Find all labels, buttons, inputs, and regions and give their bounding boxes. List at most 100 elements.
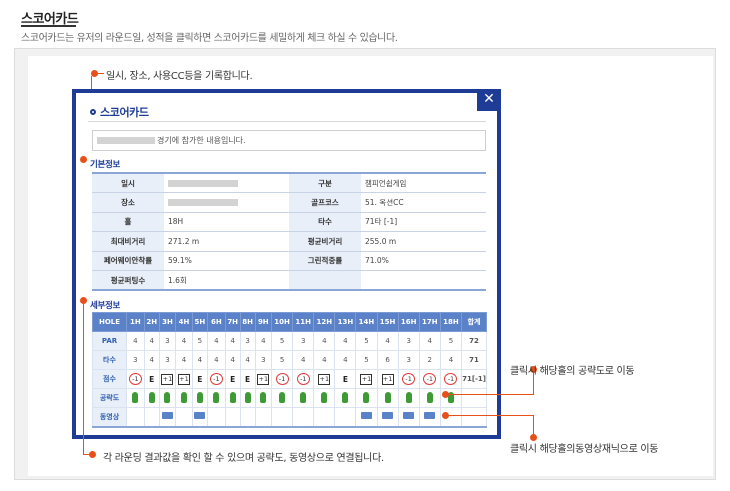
score-cell[interactable]: E	[239, 369, 256, 389]
basic-value: 챔피언쉽게임	[361, 172, 486, 193]
callout-stem-top	[91, 76, 92, 89]
video-cell[interactable]	[397, 407, 420, 428]
bogey-score: +1	[360, 373, 373, 385]
video-cell[interactable]	[376, 407, 399, 428]
strokes-cell: 4	[206, 350, 226, 370]
course-map-icon[interactable]	[164, 391, 171, 403]
video-cell[interactable]	[158, 407, 177, 428]
course-map-icon[interactable]	[342, 391, 349, 403]
video-cell[interactable]	[191, 407, 208, 428]
video-icon[interactable]	[360, 412, 372, 420]
score-cell[interactable]: E	[224, 369, 241, 389]
score-cell[interactable]: E	[143, 369, 160, 389]
video-icon[interactable]	[161, 412, 173, 420]
strategy-cell[interactable]	[126, 388, 145, 408]
strategy-cell[interactable]	[397, 388, 420, 408]
detail-section-title: 세부정보	[90, 301, 121, 311]
par-cell: 5	[439, 331, 463, 351]
video-cell	[175, 407, 193, 428]
score-row: 점수 -1 E +1 +1 E -1 E E +1 -1 -1 +1 E +1 +1 -1 -1 -1 71[-1]	[92, 369, 487, 389]
basic-key: 그린적중률	[289, 251, 361, 271]
score-cell[interactable]: E	[334, 369, 357, 389]
strategy-cell[interactable]	[143, 388, 160, 408]
course-map-icon[interactable]	[229, 391, 236, 403]
strategy-cell[interactable]	[254, 388, 273, 408]
course-map-icon[interactable]	[180, 391, 187, 403]
score-cell[interactable]: +1	[254, 369, 273, 389]
par-score: E	[342, 374, 348, 384]
strategy-cell[interactable]	[206, 388, 226, 408]
basic-row: 일시 구분 챔피언쉽게임	[92, 172, 486, 193]
course-map-icon[interactable]	[363, 391, 370, 403]
callout-line-strategy	[448, 394, 533, 395]
strategy-cell[interactable]	[376, 388, 399, 408]
strokes-cell: 2	[418, 350, 441, 370]
course-map-icon[interactable]	[132, 391, 139, 403]
strategy-cell[interactable]	[271, 388, 294, 408]
course-map-icon[interactable]	[405, 391, 412, 403]
course-map-icon[interactable]	[213, 391, 220, 403]
hole-header: 3H	[158, 312, 177, 332]
basic-key: 평균비거리	[289, 231, 361, 252]
score-cell[interactable]: -1	[292, 369, 315, 389]
score-cell[interactable]: -1	[418, 369, 441, 389]
video-icon[interactable]	[403, 412, 415, 420]
strategy-cell[interactable]	[224, 388, 241, 408]
birdie-score: -1	[275, 373, 289, 385]
close-button[interactable]: ✕	[477, 89, 501, 111]
strategy-cell[interactable]	[313, 388, 336, 408]
video-cell[interactable]	[355, 407, 378, 428]
strokes-cell: 4	[439, 350, 463, 370]
course-map-icon[interactable]	[300, 391, 307, 403]
video-cell	[271, 407, 294, 428]
strokes-cell: 4	[239, 350, 256, 370]
par-cell: 3	[397, 331, 420, 351]
strategy-cell[interactable]	[191, 388, 208, 408]
score-cell[interactable]: -1	[439, 369, 463, 389]
score-cell[interactable]: -1	[397, 369, 420, 389]
basic-value: 51. 옥션CC	[361, 192, 486, 213]
par-cell: 5	[191, 331, 208, 351]
score-cell[interactable]: +1	[313, 369, 336, 389]
bogey-score: +1	[257, 373, 270, 385]
score-cell[interactable]: -1	[126, 369, 145, 389]
birdie-score: -1	[402, 373, 416, 385]
hole-header: 15H	[376, 312, 399, 332]
score-cell[interactable]: E	[191, 369, 208, 389]
basic-value: 271.2 m	[164, 231, 289, 252]
score-cell[interactable]: +1	[158, 369, 177, 389]
score-cell[interactable]: -1	[206, 369, 226, 389]
strategy-cell[interactable]	[175, 388, 193, 408]
course-map-icon[interactable]	[196, 391, 203, 403]
basic-row: 홀 18H 타수 71타 [-1]	[92, 212, 486, 232]
course-map-icon[interactable]	[384, 391, 391, 403]
score-cell[interactable]: +1	[175, 369, 193, 389]
video-icon[interactable]	[382, 412, 394, 420]
strategy-cell[interactable]	[334, 388, 357, 408]
strategy-cell[interactable]	[292, 388, 315, 408]
score-cell[interactable]: +1	[355, 369, 378, 389]
course-map-icon[interactable]	[279, 391, 286, 403]
basic-key: 홀	[92, 212, 164, 232]
par-cell: 4	[334, 331, 357, 351]
birdie-score: -1	[209, 373, 223, 385]
strategy-cell[interactable]	[239, 388, 256, 408]
strategy-cell[interactable]	[158, 388, 177, 408]
course-map-icon[interactable]	[321, 391, 328, 403]
score-cell[interactable]: -1	[271, 369, 294, 389]
score-cell[interactable]: +1	[376, 369, 399, 389]
video-icon[interactable]	[194, 412, 206, 420]
course-map-icon[interactable]	[244, 391, 251, 403]
course-map-icon[interactable]	[148, 391, 155, 403]
course-map-icon[interactable]	[426, 391, 433, 403]
birdie-score: -1	[444, 373, 458, 385]
video-icon[interactable]	[424, 412, 436, 420]
strokes-cell: 3	[397, 350, 420, 370]
course-map-icon[interactable]	[260, 391, 267, 403]
par-score: E	[149, 374, 155, 384]
popup-title: 스코어카드	[90, 104, 149, 120]
strategy-cell[interactable]	[418, 388, 441, 408]
strategy-cell[interactable]	[355, 388, 378, 408]
video-cell[interactable]	[418, 407, 441, 428]
callout-top-text: 일시, 장소, 사용CC등을 기록합니다.	[106, 71, 253, 82]
